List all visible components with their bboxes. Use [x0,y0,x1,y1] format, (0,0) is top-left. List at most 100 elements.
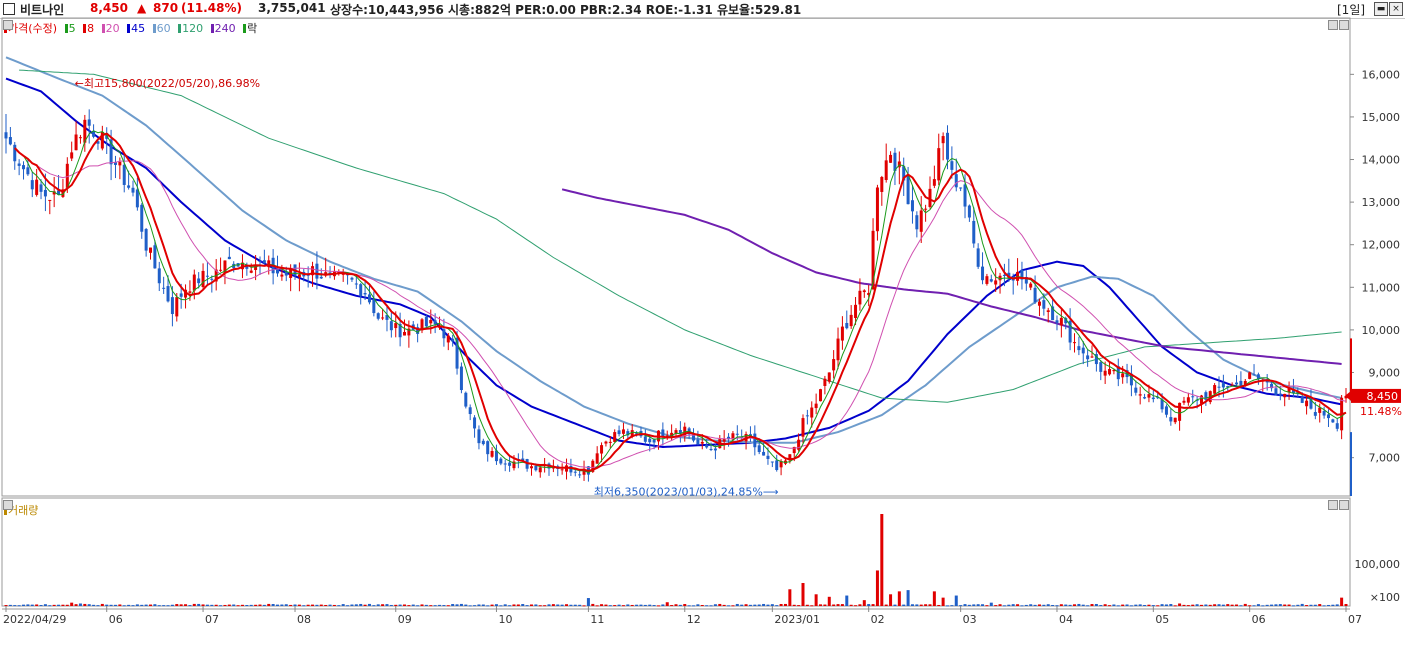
candle-body [1300,396,1304,403]
candle-body [643,436,647,442]
candle-body [1217,386,1221,388]
volume-bar [508,605,512,607]
stock-chart[interactable]: 7,000 9,000 10,000 11,000 12,000 13,000 14,000… [0,0,1405,648]
volume-bar [1243,603,1247,606]
volume-bar [1112,604,1116,606]
day-range-up [1350,338,1352,396]
candle-body [1090,356,1094,358]
candle-body [205,275,209,277]
volume-bar [578,604,582,606]
candle-body [1103,370,1107,376]
volume-bar [214,604,218,606]
ma-line-45 [5,77,1342,449]
candle-body [884,160,888,180]
candle-body [910,200,914,212]
volume-bar [1265,604,1269,606]
candle-body [840,326,844,341]
volume-bar [4,605,8,607]
volume-bar [346,605,350,607]
volume-bar [1274,604,1278,606]
volume-bar [1322,605,1326,607]
volume-bar [411,604,415,606]
candle-body [1099,362,1103,372]
volume-bar [805,604,809,606]
volume-bar [1221,604,1225,606]
ma-line-240 [561,188,1342,365]
candle-body [854,304,858,318]
volume-bar [319,604,323,606]
volume-bar [757,604,761,606]
volume-bar [862,600,866,606]
candle-body [613,432,617,442]
volume-bar [39,605,43,607]
candle-body [122,164,126,185]
candle-body [906,174,910,205]
volume-bar [1042,604,1046,606]
volume-bar [13,605,17,607]
x-tick-label: 06 [1252,613,1266,626]
volume-bar [438,604,442,606]
candle-body [1033,287,1037,303]
candle-body [709,448,713,450]
volume-bar [30,604,34,606]
candle-body [473,417,477,429]
x-tick-label: 07 [1348,613,1362,626]
volume-bar [1300,603,1304,606]
volume-bar [744,604,748,606]
volume-bar [486,605,490,607]
candle-body [573,471,577,473]
volume-bar [902,604,906,606]
candle-body [770,461,774,463]
volume-bar [573,604,577,606]
volume-bar [989,602,993,606]
volume-bar [924,604,928,606]
volume-bar [871,604,875,606]
volume-bar [946,605,950,607]
volume-bar [184,604,188,606]
volume-bar [897,591,901,606]
volume-bar [692,605,696,607]
volume-bar [109,604,113,606]
candle-body [696,439,700,445]
volume-bar [363,604,367,606]
candle-body [775,460,779,470]
volume-bar [227,604,231,606]
candle-body [17,163,21,166]
volume-bar [1024,604,1028,606]
volume-bar [582,605,586,607]
volume-bar [884,604,888,606]
candle-body [1213,385,1217,394]
candle-body [424,316,428,327]
candle-body [578,474,582,476]
volume-bar [783,603,787,606]
candle-body [227,256,231,260]
volume-bar [249,604,253,606]
volume-bar [1230,604,1234,606]
volume-bar [1270,604,1274,606]
candle-body [219,269,223,271]
candle-body [1121,373,1125,378]
candle-body [994,280,998,285]
volume-bar [1156,605,1160,607]
candle-body [8,137,12,145]
volume-bar [678,604,682,606]
volume-bar [652,605,656,607]
candle-body [1191,396,1195,398]
volume-bar [57,604,61,606]
volume-bar [538,605,542,607]
candle-body [1173,417,1177,423]
volume-bar [254,604,258,606]
candle-body [43,189,47,197]
candle-body [836,338,840,361]
volume-bar [92,604,96,606]
candle-body [1086,355,1090,360]
candle-body [1055,320,1059,323]
volume-bar [65,604,69,606]
candle-body [48,199,52,201]
candle-body [477,429,481,444]
candle-body [468,407,472,415]
volume-bar [341,604,345,606]
volume-bar [494,604,498,606]
candle-body [315,263,319,279]
volume-bar [976,604,980,606]
